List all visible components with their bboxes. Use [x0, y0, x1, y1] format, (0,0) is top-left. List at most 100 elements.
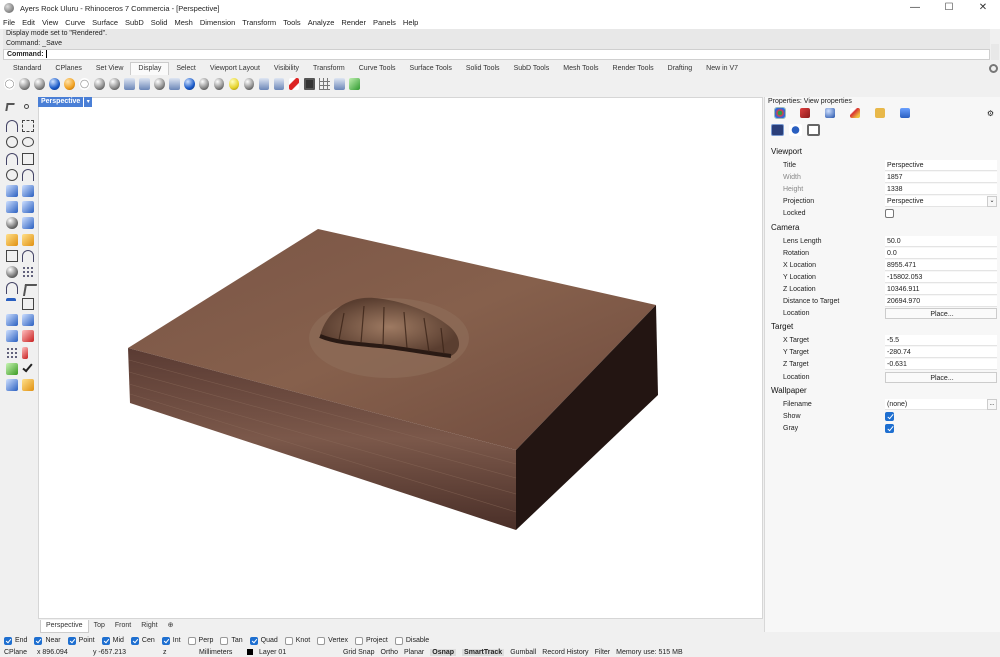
tab-surface-tools[interactable]: Surface Tools	[403, 63, 459, 75]
menu-solid[interactable]: Solid	[151, 18, 168, 27]
menu-transform[interactable]: Transform	[242, 18, 276, 27]
osnap-quad[interactable]: Quad	[249, 636, 278, 645]
menu-view[interactable]: View	[42, 18, 58, 27]
zebra-icon[interactable]	[273, 77, 285, 90]
boolean-icon[interactable]	[6, 266, 18, 278]
select-arrow-icon[interactable]	[5, 103, 15, 111]
point-icon[interactable]	[24, 104, 29, 109]
checkbox[interactable]	[161, 636, 170, 645]
menu-analyze[interactable]: Analyze	[308, 18, 335, 27]
prop-value[interactable]: -280.74	[885, 347, 997, 359]
maximize-button[interactable]: ☐	[932, 0, 966, 16]
menu-panels[interactable]: Panels	[373, 18, 396, 27]
prop-value[interactable]: -5.5	[885, 335, 997, 347]
record-history-toggle[interactable]: Record History	[542, 649, 588, 656]
menu-file[interactable]: File	[3, 18, 15, 27]
xray-sphere-icon[interactable]	[63, 77, 75, 90]
prop-value[interactable]: (none)	[885, 398, 987, 410]
osnap-knot[interactable]: Knot	[284, 636, 310, 645]
tab-viewport-layout[interactable]: Viewport Layout	[203, 63, 267, 75]
grid-icon[interactable]	[319, 77, 330, 90]
tab-mesh-tools[interactable]: Mesh Tools	[556, 63, 605, 75]
osnap-project[interactable]: Project	[355, 636, 388, 645]
hide-icon[interactable]	[288, 77, 300, 90]
camera-icon[interactable]	[771, 124, 784, 136]
layer-indicator[interactable]: Layer 01	[246, 649, 337, 656]
frame-icon[interactable]	[807, 124, 820, 136]
gear-icon[interactable]	[989, 64, 998, 73]
monitor-icon[interactable]	[303, 77, 315, 90]
shaded-sphere-icon[interactable]	[18, 77, 30, 90]
checkbox[interactable]	[101, 636, 110, 645]
tab-visibility[interactable]: Visibility	[267, 63, 306, 75]
mesh-icon[interactable]	[6, 234, 18, 246]
menu-mesh[interactable]: Mesh	[174, 18, 192, 27]
monochrome-icon[interactable]	[153, 77, 165, 90]
place-button[interactable]: Place...	[885, 308, 997, 320]
checkbox[interactable]	[249, 636, 258, 645]
dimension-arrow-icon[interactable]	[22, 347, 28, 359]
silhouette-icon[interactable]	[198, 77, 210, 90]
osnap-near[interactable]: Near	[34, 636, 61, 645]
checkbox[interactable]	[187, 636, 196, 645]
display-options-icon[interactable]	[168, 77, 180, 90]
subd-icon[interactable]	[22, 217, 34, 229]
prop-value[interactable]: 8955.471	[885, 259, 997, 271]
osnap-point[interactable]: Point	[67, 636, 95, 645]
rotate-icon[interactable]	[6, 282, 18, 294]
add-view-icon[interactable]: ⊕	[163, 620, 179, 632]
ground-plane-icon[interactable]	[243, 77, 255, 90]
prop-value[interactable]: 20694.970	[885, 296, 997, 307]
checkbox[interactable]	[284, 636, 293, 645]
menu-tools[interactable]: Tools	[283, 18, 301, 27]
polygon-icon[interactable]	[6, 169, 18, 181]
tab-standard[interactable]: Standard	[6, 63, 48, 75]
prop-value[interactable]: -15802.053	[885, 271, 997, 283]
menu-dimension[interactable]: Dimension	[200, 18, 235, 27]
prop-value[interactable]: 1338	[885, 184, 997, 196]
tab-set-view[interactable]: Set View	[89, 63, 131, 75]
dimension-icon[interactable]	[22, 298, 34, 310]
view-tab-right[interactable]: Right	[136, 620, 162, 632]
osnap-cen[interactable]: Cen	[130, 636, 155, 645]
render-icon[interactable]	[6, 363, 18, 375]
prop-checkbox[interactable]	[885, 423, 894, 433]
arc-icon[interactable]	[6, 153, 18, 165]
ghosted-sphere-icon[interactable]	[48, 77, 60, 90]
place-button[interactable]: Place...	[885, 371, 997, 383]
tab-curve-tools[interactable]: Curve Tools	[352, 63, 403, 75]
circle-icon[interactable]	[6, 136, 18, 148]
pen-icon[interactable]	[850, 108, 860, 118]
arctic-icon[interactable]	[123, 77, 135, 90]
menu-render[interactable]: Render	[341, 18, 366, 27]
warning-icon[interactable]	[22, 379, 34, 391]
curve-icon[interactable]	[22, 120, 34, 132]
checkbox[interactable]	[67, 636, 76, 645]
menu-curve[interactable]: Curve	[65, 18, 85, 27]
chevron-down-icon[interactable]: ▾	[84, 97, 93, 107]
view-tab-front[interactable]: Front	[110, 620, 136, 632]
checkbox[interactable]	[220, 636, 229, 645]
chevron-down-icon[interactable]: ⌄	[987, 196, 997, 208]
gumball-toggle[interactable]: Gumball	[510, 649, 536, 656]
menu-subd[interactable]: SubD	[125, 18, 144, 27]
box-icon[interactable]	[334, 77, 345, 90]
menu-edit[interactable]: Edit	[22, 18, 35, 27]
view-tab-perspective[interactable]: Perspective	[40, 619, 89, 633]
checkbox[interactable]	[130, 636, 139, 645]
rendered-sphere-icon[interactable]	[33, 77, 45, 90]
ellipse-icon[interactable]	[22, 137, 34, 147]
box-solid-icon[interactable]	[6, 201, 18, 213]
link-icon[interactable]	[789, 124, 802, 136]
rectangle-icon[interactable]	[22, 153, 34, 165]
history-scrollbar[interactable]	[991, 44, 999, 60]
texture-icon[interactable]	[825, 108, 835, 118]
view-tab-top[interactable]: Top	[89, 620, 110, 632]
copy-icon[interactable]	[6, 379, 18, 391]
checkbox[interactable]	[394, 636, 403, 645]
fillet-icon[interactable]	[6, 250, 18, 262]
analyze-icon[interactable]	[22, 330, 34, 342]
wireframe-sphere-icon[interactable]	[4, 77, 15, 90]
checkbox[interactable]	[355, 636, 364, 645]
folder-icon[interactable]	[875, 108, 885, 118]
